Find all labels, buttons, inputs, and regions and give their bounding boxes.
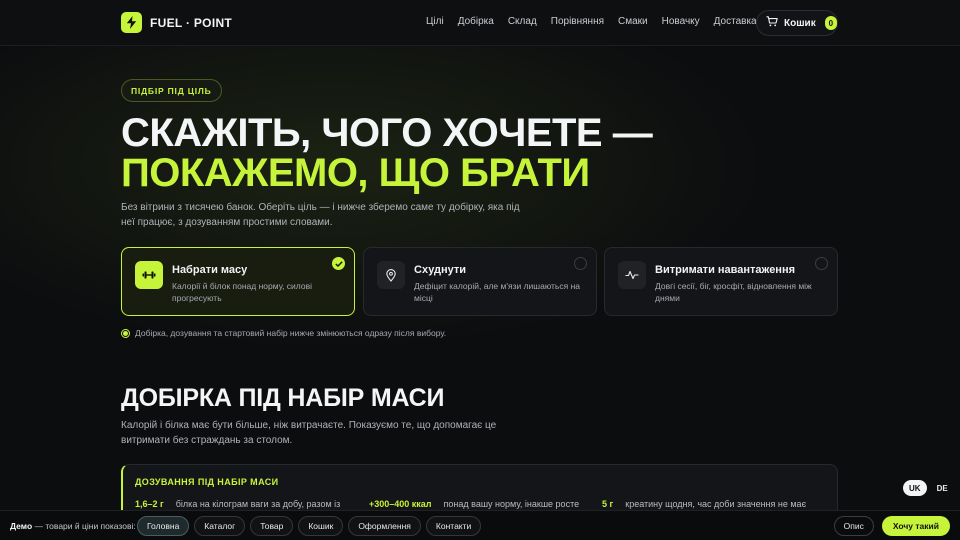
hero-title-line2: ПОКАЖЕМО, ЩО БРАТИ — [121, 151, 590, 195]
nav-link-composition[interactable]: Склад — [508, 16, 537, 27]
radio-empty-icon — [574, 257, 587, 270]
dosage-title: ДОЗУВАННЯ ПІД НАБІР МАСИ — [135, 477, 279, 487]
hero-lead: Без вітрини з тисячею банок. Оберіть ціл… — [121, 202, 520, 228]
goal-card-desc: Довгі сесії, біг, кросфіт, відновлення м… — [655, 281, 812, 303]
demo-chip-cart[interactable]: Кошик — [298, 516, 344, 536]
section-title: ДОБІРКА ПІД НАБІР МАСИ — [121, 384, 445, 412]
language-switcher: UK DE — [903, 480, 954, 496]
logo[interactable]: FUEL · POINT — [121, 12, 232, 33]
radio-empty-icon — [815, 257, 828, 270]
demo-chip-catalog[interactable]: Каталог — [194, 516, 246, 536]
section-pill: ПІДБІР ПІД ЦІЛЬ — [121, 79, 222, 102]
demo-chip-product[interactable]: Товар — [250, 516, 294, 536]
check-icon — [332, 257, 345, 270]
describe-button[interactable]: Опис — [833, 516, 874, 536]
goal-card-title: Набрати масу — [172, 264, 248, 276]
nav-link-flavors[interactable]: Смаки — [618, 16, 648, 27]
goal-card-gain-mass[interactable]: Набрати масу Калорії й білок понад норму… — [121, 247, 355, 316]
cart-icon — [766, 14, 778, 32]
lang-button-de[interactable]: DE — [931, 480, 954, 496]
dumbbell-icon — [135, 261, 163, 289]
demo-label-rest: — товари й ціни показові: — [32, 521, 136, 531]
cart-label: Кошик — [784, 17, 816, 29]
location-pin-icon — [377, 261, 405, 289]
demo-page-chips: Головна Каталог Товар Кошик Оформлення К… — [137, 516, 482, 536]
want-this-button[interactable]: Хочу такий — [881, 516, 950, 536]
demo-actions: Опис Хочу такий — [833, 516, 950, 536]
logo-text: FUEL · POINT — [150, 15, 233, 30]
goal-card-title: Витримати навантаження — [655, 264, 796, 276]
nav-link-selection[interactable]: Добірка — [458, 16, 494, 27]
demo-label: Демо — товари й ціни показові: — [10, 521, 136, 531]
cart-button[interactable]: Кошик 0 — [756, 10, 838, 36]
demo-chip-home[interactable]: Головна — [137, 516, 190, 536]
demo-chip-checkout[interactable]: Оформлення — [348, 516, 421, 536]
goal-card-lose-weight[interactable]: Схуднути Дефіцит калорій, але м'язи лиша… — [363, 247, 597, 316]
nav-link-beginners[interactable]: Новачку — [662, 16, 700, 27]
goal-card-endurance[interactable]: Витримати навантаження Довгі сесії, біг,… — [604, 247, 838, 316]
section-subtitle: Калорій і білка має бути більше, ніж вит… — [121, 420, 497, 446]
nav-link-comparison[interactable]: Порівняння — [551, 16, 604, 27]
lang-button-uk[interactable]: UK — [903, 480, 927, 496]
goal-card-desc: Калорії й білок понад норму, силові прог… — [172, 281, 312, 303]
demo-bar: Демо — товари й ціни показові: Головна К… — [0, 510, 960, 540]
goal-card-desc: Дефіцит калорій, але м'язи лишаються на … — [414, 281, 580, 303]
site-header: FUEL · POINT Цілі Добірка Склад Порівнян… — [0, 0, 960, 46]
demo-label-bold: Демо — [10, 521, 33, 531]
lightning-icon — [121, 12, 142, 33]
hero-title-line1: СКАЖІТЬ, ЧОГО ХОЧЕТЕ — — [121, 111, 653, 155]
nav-link-goals[interactable]: Цілі — [426, 16, 444, 27]
goal-card-title: Схуднути — [414, 264, 467, 276]
nav-link-delivery[interactable]: Доставка — [714, 16, 757, 27]
pulse-icon — [618, 261, 646, 289]
main-nav: Цілі Добірка Склад Порівняння Смаки Нова… — [426, 16, 757, 27]
selection-note: Добірка, дозування та стартовий набір ни… — [121, 328, 446, 338]
demo-chip-contacts[interactable]: Контакти — [425, 516, 482, 536]
selection-note-text: Добірка, дозування та стартовий набір ни… — [135, 328, 447, 338]
radio-dot-icon — [121, 328, 130, 338]
cart-count-badge: 0 — [824, 16, 837, 30]
